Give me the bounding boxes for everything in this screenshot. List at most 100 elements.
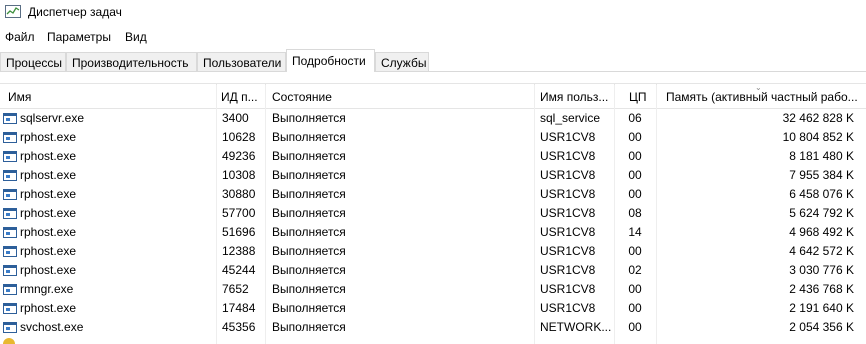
cell-name: rphost.exe: [20, 168, 77, 182]
column-header-name[interactable]: Имя: [8, 84, 208, 108]
cell-memory: 4 968 492 K: [789, 225, 854, 239]
cell-status: Выполняется: [272, 130, 346, 144]
cell-status: Выполняется: [272, 263, 346, 277]
process-icon: [3, 113, 17, 124]
table-row[interactable]: svchost.exe 45356 Выполняется NETWORK... 00 2…: [0, 318, 866, 337]
title-bar: Диспетчер задач: [0, 0, 866, 26]
cell-memory: 2 436 768 K: [789, 282, 854, 296]
cell-user: USR1CV8: [540, 168, 596, 182]
cell-status: Выполняется: [272, 225, 346, 239]
cell-name: rphost.exe: [20, 130, 77, 144]
cell-status: Выполняется: [272, 244, 346, 258]
cell-cpu: 00: [628, 149, 642, 163]
column-header-pid[interactable]: ИД п...: [221, 84, 263, 108]
table-row[interactable]: sqlservr.exe 3400 Выполняется sql_service 06…: [0, 109, 866, 128]
cell-user: USR1CV8: [540, 225, 596, 239]
cell-user: USR1CV8: [540, 301, 596, 315]
window-title: Диспетчер задач: [28, 5, 122, 19]
cell-pid: 51696: [222, 225, 256, 239]
cell-cpu: 08: [628, 206, 642, 220]
cell-pid: 17484: [222, 301, 256, 315]
cell-name: rphost.exe: [20, 225, 77, 239]
process-icon: [3, 208, 17, 219]
cell-cpu: 06: [628, 111, 642, 125]
cell-name: rphost.exe: [20, 263, 77, 277]
cell-memory: 10 804 852 K: [782, 130, 854, 144]
cell-user: USR1CV8: [540, 263, 596, 277]
cell-user: USR1CV8: [540, 187, 596, 201]
cell-name: rphost.exe: [20, 301, 77, 315]
cell-pid: 10628: [222, 130, 256, 144]
cell-user: USR1CV8: [540, 282, 596, 296]
cell-status: Выполняется: [272, 301, 346, 315]
process-icon: [3, 265, 17, 276]
column-header-memory[interactable]: Память (активный частный рабо...: [666, 84, 860, 108]
cell-cpu: 00: [628, 130, 642, 144]
cell-pid: 49236: [222, 149, 256, 163]
cell-cpu: 00: [628, 320, 642, 334]
cell-memory: 5 624 792 K: [789, 206, 854, 220]
tab-bar: Процессы Производительность Пользователи…: [0, 49, 866, 73]
cell-cpu: 00: [628, 282, 642, 296]
menu-view[interactable]: Вид: [125, 30, 147, 44]
cell-cpu: 00: [628, 244, 642, 258]
menu-options[interactable]: Параметры: [47, 30, 111, 44]
table-row[interactable]: rphost.exe 49236 Выполняется USR1CV8 00 8 181…: [0, 147, 866, 166]
table-row[interactable]: rphost.exe 12388 Выполняется USR1CV8 00 4 642…: [0, 242, 866, 261]
table-row[interactable]: rphost.exe 10628 Выполняется USR1CV8 00 10 80…: [0, 128, 866, 147]
table-header: Имя ИД п... Состояние Имя польз... ЦП Па…: [0, 83, 866, 109]
table-row[interactable]: rphost.exe 57700 Выполняется USR1CV8 08 5 624…: [0, 204, 866, 223]
process-icon: [3, 170, 17, 181]
cell-user: USR1CV8: [540, 244, 596, 258]
cell-cpu: 14: [628, 225, 642, 239]
process-icon: [3, 303, 17, 314]
tab-processes[interactable]: Процессы: [0, 52, 66, 71]
column-header-user[interactable]: Имя польз...: [540, 84, 612, 108]
table-row[interactable]: rphost.exe 17484 Выполняется USR1CV8 00 2 191…: [0, 299, 866, 318]
cell-memory: 4 642 572 K: [789, 244, 854, 258]
cell-pid: 3400: [222, 111, 249, 125]
cell-pid: 57700: [222, 206, 256, 220]
tab-services[interactable]: Службы: [375, 52, 429, 71]
tab-users[interactable]: Пользователи: [197, 52, 286, 71]
cell-pid: 30880: [222, 187, 256, 201]
cell-memory: 3 030 776 K: [789, 263, 854, 277]
tab-performance[interactable]: Производительность: [66, 52, 197, 71]
sort-descending-icon: ⌄: [755, 83, 762, 92]
process-icon: [3, 227, 17, 238]
table-row[interactable]: rphost.exe 45244 Выполняется USR1CV8 02 3 030…: [0, 261, 866, 280]
cell-status: Выполняется: [272, 320, 346, 334]
process-icon: [3, 322, 17, 333]
table-row[interactable]: rmngr.exe 7652 Выполняется USR1CV8 00 2 436 7…: [0, 280, 866, 299]
tab-details[interactable]: Подробности: [286, 49, 375, 72]
cell-pid: 7652: [222, 282, 249, 296]
table-row[interactable]: rphost.exe 30880 Выполняется USR1CV8 00 6 458…: [0, 185, 866, 204]
table-row[interactable]: rphost.exe 51696 Выполняется USR1CV8 14 4 968…: [0, 223, 866, 242]
cell-cpu: 00: [628, 301, 642, 315]
column-header-cpu[interactable]: ЦП: [629, 84, 651, 108]
cell-pid: 45244: [222, 263, 256, 277]
cell-memory: 32 462 828 K: [782, 111, 854, 125]
cell-status: Выполняется: [272, 282, 346, 296]
cell-name: rphost.exe: [20, 187, 77, 201]
column-header-status[interactable]: Состояние: [272, 84, 522, 108]
cell-status: Выполняется: [272, 149, 346, 163]
cell-status: Выполняется: [272, 111, 346, 125]
cell-memory: 2 054 356 K: [789, 320, 854, 334]
cell-cpu: 00: [628, 168, 642, 182]
cell-user: USR1CV8: [540, 149, 596, 163]
process-icon: [3, 132, 17, 143]
cell-memory: 6 458 076 K: [789, 187, 854, 201]
menu-file[interactable]: Файл: [5, 30, 35, 44]
cell-user: NETWORK...: [540, 320, 612, 334]
cell-pid: 10308: [222, 168, 256, 182]
cell-cpu: 00: [628, 187, 642, 201]
process-icon: [3, 151, 17, 162]
cell-name: rphost.exe: [20, 244, 77, 258]
cell-user: sql_service: [540, 111, 601, 125]
cell-status: Выполняется: [272, 206, 346, 220]
cell-name: svchost.exe: [20, 320, 84, 334]
cell-memory: 2 191 640 K: [789, 301, 854, 315]
table-row[interactable]: rphost.exe 10308 Выполняется USR1CV8 00 7 955…: [0, 166, 866, 185]
cell-user: USR1CV8: [540, 206, 596, 220]
